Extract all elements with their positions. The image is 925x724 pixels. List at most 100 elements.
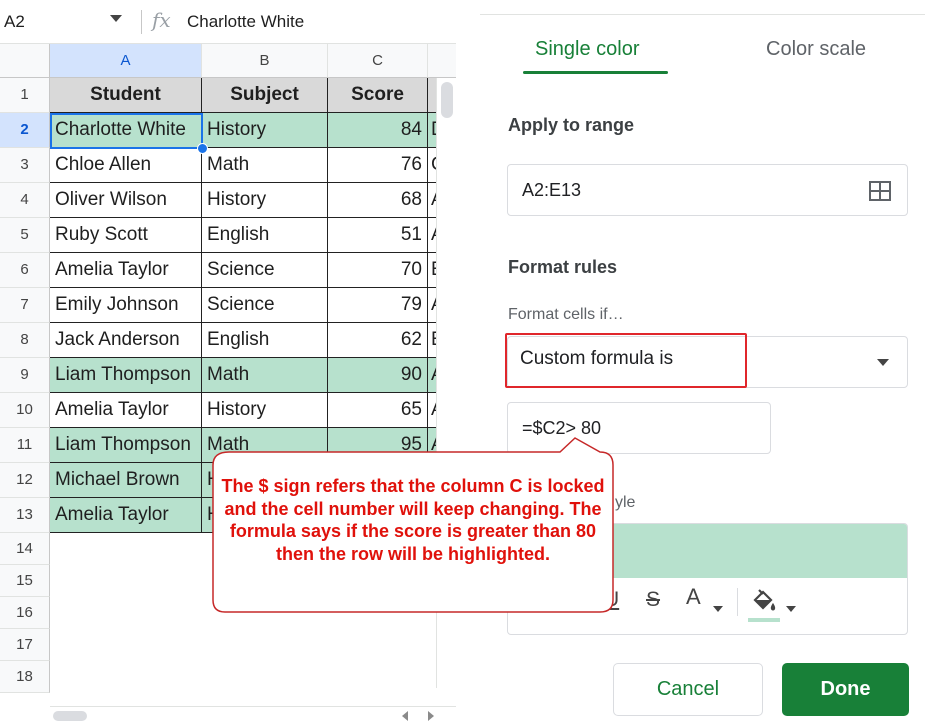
cell-student[interactable]: Emily Johnson [50,288,202,323]
row-header[interactable]: 9 [0,358,50,393]
row-header[interactable]: 6 [0,253,50,288]
cell-score[interactable]: 84 [328,113,428,148]
cell-student[interactable]: Michael Brown [50,463,202,498]
chevron-down-icon[interactable] [786,606,796,612]
cell-subject[interactable]: Math [202,358,328,393]
cell-student[interactable]: Amelia Taylor [50,393,202,428]
chevron-down-icon[interactable] [713,606,723,612]
cell-subject[interactable]: Science [202,253,328,288]
cell-score[interactable]: 65 [328,393,428,428]
column-header-d[interactable] [428,44,456,78]
scroll-left-icon[interactable] [402,711,408,721]
cell-score[interactable]: 51 [328,218,428,253]
cell-score[interactable]: 90 [328,358,428,393]
cell-subject[interactable]: Math [202,428,328,463]
row-header[interactable]: 16 [0,597,50,629]
header-cell-student[interactable]: Student [50,78,202,113]
cell-subject[interactable]: History [202,393,328,428]
row-header[interactable]: 7 [0,288,50,323]
strikethrough-button[interactable]: S [646,588,660,612]
underline-button[interactable]: U [604,588,619,612]
cell-student[interactable]: Ruby Scott [50,218,202,253]
name-box[interactable]: A2 [0,8,132,36]
cell-student[interactable]: Amelia Taylor [50,253,202,288]
row-header[interactable]: 15 [0,565,50,597]
row-header[interactable]: 14 [0,533,50,565]
row-header[interactable]: 4 [0,183,50,218]
cell-score[interactable]: 76 [328,148,428,183]
horizontal-scrollbar[interactable] [50,706,456,724]
divider [141,10,142,34]
cell-score[interactable]: 79 [328,288,428,323]
spreadsheet: A2 fx Charlotte White A B C 1 2 3 4 5 6 … [0,0,456,724]
cell-score[interactable]: 70 [328,253,428,288]
cell-score[interactable]: 62 [328,323,428,358]
header-cell-subject[interactable]: Subject [202,78,328,113]
cell-subject[interactable]: English [202,218,328,253]
active-tab-indicator [523,71,668,74]
cell-subject[interactable]: History [202,113,328,148]
formatting-style-label: yle [615,494,636,511]
cell-student[interactable]: Chloe Allen [50,148,202,183]
vertical-scrollbar[interactable] [436,78,456,688]
format-rules-label: Format rules [508,257,618,277]
tab-color-scale[interactable]: Color scale [766,38,866,61]
cell-student[interactable]: Liam Thompson [50,358,202,393]
row-header[interactable]: 1 [0,78,50,113]
text-color-button[interactable]: A [686,584,701,610]
chevron-down-icon[interactable] [877,359,889,366]
scroll-right-icon[interactable] [428,711,434,721]
row-header[interactable]: 17 [0,629,50,661]
header-cell-score[interactable]: Score [328,78,428,113]
fx-icon: fx [152,8,171,32]
cell-student[interactable]: Oliver Wilson [50,183,202,218]
row-header[interactable]: 18 [0,661,50,693]
custom-formula-input[interactable]: =$C2> 80 [507,402,771,454]
italic-button[interactable]: I [562,588,569,613]
formula-input[interactable]: Charlotte White [187,12,304,32]
cell-subject[interactable]: History [202,183,328,218]
tab-single-color[interactable]: Single color [535,38,640,61]
cell-subject[interactable]: Science [202,288,328,323]
cell-score[interactable]: 95 [328,428,428,463]
cell-score[interactable]: 68 [328,183,428,218]
cell-student[interactable]: Jack Anderson [50,323,202,358]
cell-subject[interactable]: English [202,323,328,358]
done-button[interactable]: Done [782,663,909,716]
callout-text: The $ sign refers that the column C is l… [221,476,605,564]
column-header-b[interactable]: B [202,44,328,78]
column-header-a[interactable]: A [50,44,202,78]
row-header[interactable]: 11 [0,428,50,463]
formula-bar: A2 fx Charlotte White [0,0,456,44]
custom-formula-value[interactable]: =$C2> 80 [522,418,601,439]
divider [480,14,925,15]
highlight-box [505,333,747,388]
chevron-down-icon[interactable] [110,15,122,22]
row-header[interactable]: 10 [0,393,50,428]
divider [737,588,738,616]
fill-color-swatch [748,618,780,622]
bold-button[interactable]: B [522,588,537,612]
cell-student[interactable]: Charlotte White [50,113,202,148]
fill-color-icon[interactable] [750,588,776,614]
grid-select-icon[interactable] [869,181,891,201]
row-header[interactable]: 2 [0,113,50,148]
row-header[interactable]: 8 [0,323,50,358]
fill-handle[interactable] [197,143,208,154]
range-value[interactable]: A2:E13 [522,180,581,201]
cell-subject[interactable]: Math [202,148,328,183]
format-cells-if-label: Format cells if… [508,306,624,323]
row-header[interactable]: 5 [0,218,50,253]
scroll-thumb[interactable] [53,711,87,721]
select-all-corner[interactable] [0,44,50,78]
cancel-button[interactable]: Cancel [613,663,763,716]
row-header[interactable]: 12 [0,463,50,498]
column-header-c[interactable]: C [328,44,428,78]
row-header[interactable]: 13 [0,498,50,533]
row-header[interactable]: 3 [0,148,50,183]
range-input[interactable]: A2:E13 [507,164,908,216]
cell-student[interactable]: Amelia Taylor [50,498,202,533]
apply-to-range-label: Apply to range [508,115,635,135]
cell-student[interactable]: Liam Thompson [50,428,202,463]
scroll-thumb[interactable] [441,82,453,118]
